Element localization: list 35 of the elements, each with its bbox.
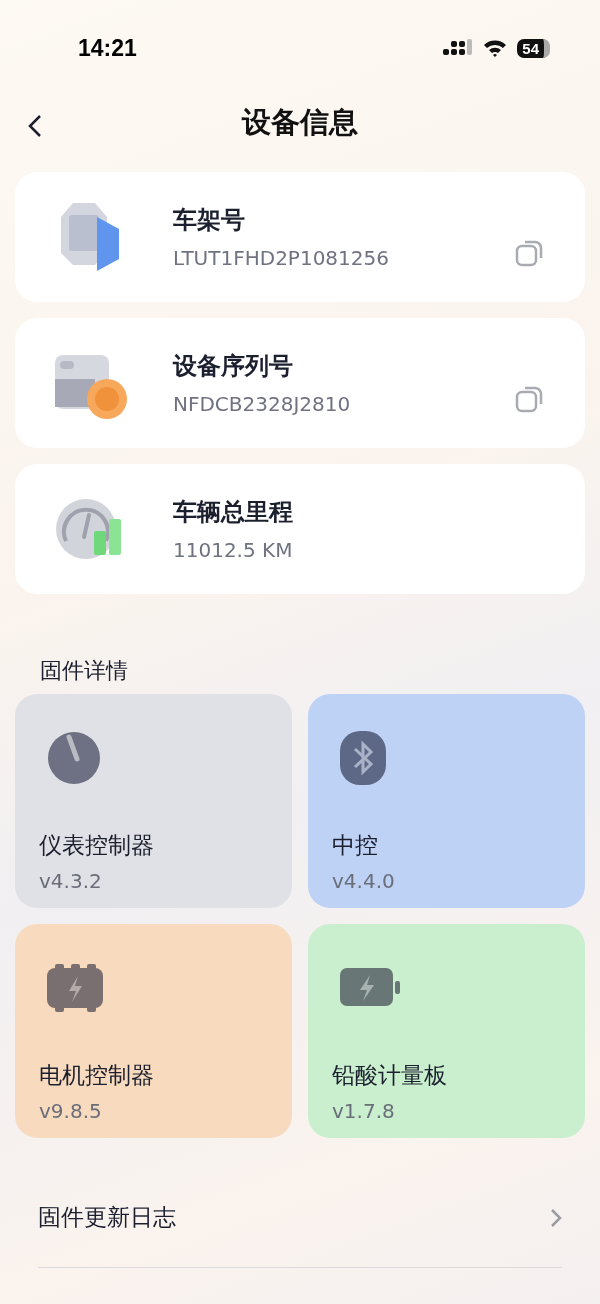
bluetooth-icon bbox=[340, 731, 386, 785]
page-title: 设备信息 bbox=[242, 104, 358, 141]
wifi-icon bbox=[483, 39, 508, 57]
firmware-version: v1.7.8 bbox=[332, 1099, 396, 1123]
battery-icon bbox=[340, 968, 402, 1008]
firmware-name: 仪表控制器 bbox=[39, 831, 155, 860]
battery-level: 54 bbox=[517, 38, 550, 58]
firmware-version: v4.3.2 bbox=[39, 869, 103, 893]
firmware-tile[interactable]: 铅酸计量板 v1.7.8 bbox=[308, 924, 585, 1138]
info-value: LTUT1FHD2P1081256 bbox=[173, 246, 390, 270]
firmware-name: 铅酸计量板 bbox=[332, 1061, 448, 1090]
info-title: 车架号 bbox=[173, 205, 246, 236]
firmware-tile[interactable]: 电机控制器 v9.8.5 bbox=[15, 924, 292, 1138]
copy-icon bbox=[515, 238, 545, 268]
firmware-tile[interactable]: 仪表控制器 v4.3.2 bbox=[15, 694, 292, 908]
section-title: 固件详情 bbox=[40, 657, 129, 685]
firmware-version: v9.8.5 bbox=[39, 1099, 103, 1123]
firmware-version: v4.4.0 bbox=[332, 869, 396, 893]
info-value: 11012.5 KM bbox=[173, 538, 294, 562]
signal-icon bbox=[443, 39, 474, 57]
firmware-tile[interactable]: 中控 v4.4.0 bbox=[308, 694, 585, 908]
copy-button[interactable] bbox=[515, 238, 545, 268]
status-time: 14:21 bbox=[78, 34, 137, 62]
info-value: NFDCB2328J2810 bbox=[173, 392, 352, 416]
copy-button[interactable] bbox=[515, 384, 545, 414]
chevron-right-icon bbox=[550, 1207, 562, 1228]
gauge-icon bbox=[47, 731, 101, 785]
info-title: 车辆总里程 bbox=[173, 497, 294, 528]
info-title: 设备序列号 bbox=[173, 351, 294, 382]
changelog-link[interactable]: 固件更新日志 bbox=[38, 1168, 562, 1268]
copy-icon bbox=[515, 384, 545, 414]
motor-icon bbox=[47, 964, 103, 1012]
back-icon bbox=[28, 114, 42, 138]
firmware-name: 中控 bbox=[332, 831, 379, 860]
firmware-name: 电机控制器 bbox=[39, 1061, 155, 1090]
